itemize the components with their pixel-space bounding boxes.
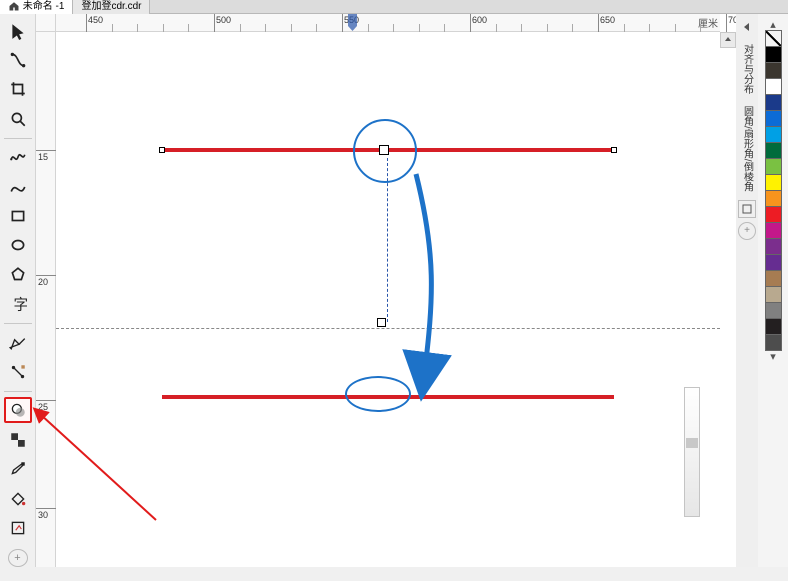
ruler-horizontal[interactable]: 厘米 450500550600650700 <box>56 14 720 32</box>
annotation-arrow-blue <box>56 32 720 552</box>
scroll-up-button[interactable] <box>720 32 736 48</box>
text-icon: 字 <box>9 295 27 313</box>
drop-shadow-tool[interactable] <box>4 397 32 423</box>
tool-add[interactable]: + <box>8 549 28 567</box>
swatch[interactable] <box>765 222 782 239</box>
document-tabs: 未命名 -1 登加登cdr.cdr <box>0 0 788 14</box>
ellipse-tool[interactable] <box>4 233 32 258</box>
artistic-media-tool[interactable] <box>4 174 32 199</box>
shadow-icon <box>9 401 27 419</box>
swatch[interactable] <box>765 78 782 95</box>
drag-target-node[interactable] <box>377 318 386 327</box>
palette-scroll-down[interactable]: ▾ <box>764 350 782 362</box>
rect-icon <box>9 207 27 225</box>
ruler-label: 500 <box>216 15 231 25</box>
plus-icon[interactable]: + <box>738 222 756 240</box>
ruler-label: 15 <box>38 152 48 162</box>
zoom-tool[interactable] <box>4 106 32 131</box>
home-icon <box>8 0 20 12</box>
crop-icon <box>9 80 27 98</box>
ruler-label: 550 <box>344 15 359 25</box>
arrow-left-icon[interactable] <box>738 18 756 36</box>
crop-tool[interactable] <box>4 77 32 102</box>
ruler-label: 600 <box>472 15 487 25</box>
annotation-ellipse <box>345 376 411 412</box>
swatch[interactable] <box>765 334 782 351</box>
ruler-label: 650 <box>600 15 615 25</box>
shape-icon <box>9 51 27 69</box>
pick-icon <box>9 22 27 40</box>
swatch[interactable] <box>765 270 782 287</box>
ruler-label: 25 <box>38 402 48 412</box>
interactive-fill-tool[interactable] <box>4 486 32 511</box>
color-palette: ▴ ▾ <box>758 14 788 567</box>
swatch[interactable] <box>765 318 782 335</box>
swatch[interactable] <box>765 206 782 223</box>
canvas[interactable] <box>56 32 720 567</box>
text-tool[interactable]: 字 <box>4 291 32 316</box>
docker-align[interactable]: 对齐与分布 <box>738 40 757 98</box>
polygon-icon <box>9 266 27 284</box>
right-panels: 对齐与分布 圆角/扇形角/倒棱角 + ▴ ▾ <box>736 14 788 567</box>
ruler-label: 30 <box>38 510 48 520</box>
freehand-tool[interactable] <box>4 144 32 169</box>
tab-label: 未命名 -1 <box>23 1 65 12</box>
tab-doc-2[interactable]: 登加登cdr.cdr <box>73 0 150 14</box>
swatch[interactable] <box>765 238 782 255</box>
docker-corners[interactable]: 圆角/扇形角/倒棱角 <box>738 102 757 196</box>
swatch[interactable] <box>765 94 782 111</box>
work-area: 厘米 450500550600650700 15202530 <box>36 14 736 567</box>
swatch[interactable] <box>765 302 782 319</box>
shape-tool[interactable] <box>4 47 32 72</box>
svg-text:字: 字 <box>13 297 27 313</box>
smart-fill-tool[interactable] <box>4 515 32 540</box>
transp-icon <box>9 431 27 449</box>
rectangle-tool[interactable] <box>4 203 32 228</box>
swatch[interactable] <box>765 254 782 271</box>
pick-tool[interactable] <box>4 18 32 43</box>
swatch[interactable] <box>765 190 782 207</box>
selection-handle[interactable] <box>611 147 617 153</box>
ruler-corner[interactable] <box>36 14 56 32</box>
swatch[interactable] <box>765 174 782 191</box>
swatch[interactable] <box>765 286 782 303</box>
swatch[interactable] <box>765 142 782 159</box>
pen2-icon <box>9 333 27 351</box>
ruler-vertical[interactable]: 15 20 25 30 <box>36 32 56 567</box>
swatch[interactable] <box>765 158 782 175</box>
selection-handle[interactable] <box>159 147 165 153</box>
ruler-label: 450 <box>88 15 103 25</box>
swatch[interactable] <box>765 30 782 47</box>
eyedrop-icon <box>9 460 27 478</box>
horizontal-guide[interactable] <box>56 328 720 329</box>
connect-icon <box>9 363 27 381</box>
fill-icon <box>9 490 27 508</box>
vertical-scrollbar[interactable] <box>684 387 700 517</box>
curve-icon <box>9 178 27 196</box>
tab-label: 登加登cdr.cdr <box>81 1 141 12</box>
freehand-icon <box>9 148 27 166</box>
docker-tabs: 对齐与分布 圆角/扇形角/倒棱角 + <box>736 14 758 567</box>
toolbox: 字+ <box>0 14 36 567</box>
smartfill-icon <box>9 519 27 537</box>
swatch[interactable] <box>765 110 782 127</box>
connector-tool[interactable] <box>4 359 32 384</box>
dimension-tool[interactable] <box>4 330 32 355</box>
swatch[interactable] <box>765 126 782 143</box>
swatch[interactable] <box>765 46 782 63</box>
annotation-circle <box>353 119 417 183</box>
transparency-tool[interactable] <box>4 427 32 452</box>
palette-scroll-up[interactable]: ▴ <box>764 18 782 30</box>
tab-doc-1[interactable]: 未命名 -1 <box>0 0 73 14</box>
panel-tool-1[interactable] <box>738 200 756 218</box>
zoom-icon <box>9 110 27 128</box>
ellipse-icon <box>9 236 27 254</box>
polygon-tool[interactable] <box>4 262 32 287</box>
swatch[interactable] <box>765 62 782 79</box>
scrollbar-thumb[interactable] <box>686 438 698 448</box>
eyedropper-tool[interactable] <box>4 457 32 482</box>
ruler-label: 20 <box>38 277 48 287</box>
